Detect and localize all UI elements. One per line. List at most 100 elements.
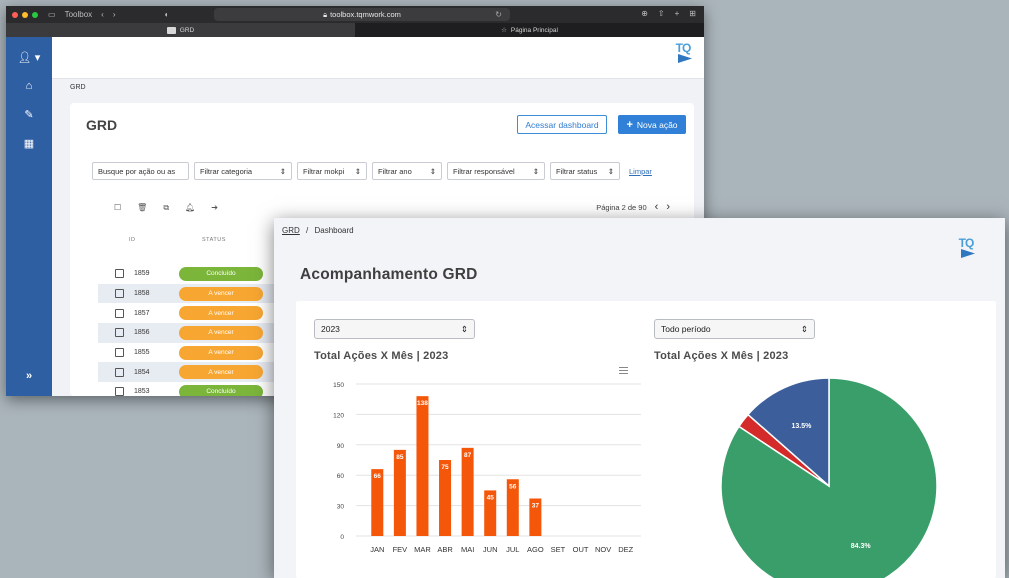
home-icon[interactable]: ⌂ bbox=[26, 80, 33, 92]
user-menu-icon[interactable]: 👤︎ ▾ bbox=[18, 51, 41, 64]
copy-icon[interactable]: ⧉ bbox=[163, 203, 169, 213]
tab-bar: GRD ☆ Página Principal bbox=[6, 23, 704, 37]
y-tick-label: 30 bbox=[337, 504, 345, 511]
status-filter-label: Filtrar status bbox=[556, 166, 598, 176]
select-all-checkbox[interactable]: ☐ bbox=[114, 203, 121, 213]
reload-icon[interactable]: ↻ bbox=[495, 10, 502, 19]
sidebar-label[interactable]: Toolbox bbox=[65, 10, 93, 19]
bell-icon[interactable]: 🔔︎ bbox=[185, 203, 195, 213]
year-filter-label: Filtrar ano bbox=[378, 166, 412, 176]
charts-card: 2023 ⇕ Todo período ⇕ Total Ações X Mês … bbox=[296, 301, 996, 578]
browser-titlebar: ▭ Toolbox ‹ › ◐ 🔒︎ toolbox.tqmwork.com ↻… bbox=[6, 6, 704, 23]
data-label: 45 bbox=[487, 494, 495, 501]
prev-page-icon[interactable]: ‹ bbox=[655, 201, 659, 213]
close-window-button[interactable] bbox=[12, 11, 18, 18]
back-nav-icon[interactable]: ‹ bbox=[101, 10, 104, 19]
row-checkbox[interactable] bbox=[115, 289, 124, 299]
new-tab-icon[interactable]: + bbox=[675, 9, 680, 18]
select-arrow-icon: ⇕ bbox=[429, 166, 436, 176]
year-filter[interactable]: Filtrar ano ⇕ bbox=[372, 162, 442, 180]
new-action-button[interactable]: + Nova ação bbox=[618, 115, 686, 134]
logo-arrow bbox=[961, 249, 975, 258]
clear-filters-link[interactable]: Limpar bbox=[629, 167, 652, 176]
row-checkbox[interactable] bbox=[115, 387, 124, 396]
y-tick-label: 120 bbox=[333, 412, 344, 419]
logo-text: TQ bbox=[675, 41, 692, 55]
row-id: 1858 bbox=[134, 290, 150, 298]
y-tick-label: 60 bbox=[337, 473, 345, 480]
address-bar[interactable]: 🔒︎ toolbox.tqmwork.com ↻ bbox=[214, 8, 510, 21]
maximize-window-button[interactable] bbox=[32, 11, 38, 18]
window-controls bbox=[12, 11, 38, 18]
chart-menu-icon[interactable] bbox=[619, 367, 628, 376]
star-icon: ☆ bbox=[501, 27, 507, 34]
data-label: 138 bbox=[417, 400, 428, 407]
pie-chart: 84.3% 13.5% bbox=[720, 377, 938, 578]
plus-icon: + bbox=[626, 118, 633, 131]
row-id: 1853 bbox=[134, 388, 150, 396]
x-tick-label: OUT bbox=[573, 545, 589, 554]
forward-nav-icon[interactable]: › bbox=[113, 10, 116, 19]
tq-logo: TQ bbox=[957, 237, 975, 258]
pie-slice-label: 13.5% bbox=[792, 423, 813, 430]
column-header-id[interactable]: ID bbox=[129, 237, 136, 243]
shield-icon[interactable]: ◐ bbox=[164, 10, 169, 19]
toolbar-right: ⊕ ⇧ + ⊞ bbox=[641, 9, 696, 18]
tq-logo: TQ bbox=[674, 41, 692, 63]
status-filter[interactable]: Filtrar status ⇕ bbox=[550, 162, 620, 180]
bar bbox=[393, 449, 406, 536]
dashboard-icon[interactable]: ▦ bbox=[24, 137, 34, 150]
x-tick-label: NOV bbox=[595, 545, 611, 554]
period-select[interactable]: Todo período ⇕ bbox=[654, 319, 815, 339]
url-text: toolbox.tqmwork.com bbox=[330, 10, 401, 19]
breadcrumb: GRD / Dashboard bbox=[282, 226, 354, 235]
row-checkbox[interactable] bbox=[115, 367, 124, 377]
row-checkbox[interactable] bbox=[115, 328, 124, 338]
x-tick-label: MAI bbox=[461, 545, 474, 554]
edit-icon[interactable]: ✎ bbox=[24, 108, 33, 121]
x-tick-label: JUN bbox=[483, 545, 498, 554]
next-page-icon[interactable]: › bbox=[666, 201, 670, 213]
lock-icon: 🔒︎ bbox=[323, 9, 328, 19]
bar bbox=[416, 396, 429, 536]
category-filter-label: Filtrar categoria bbox=[200, 166, 253, 176]
category-filter[interactable]: Filtrar categoria ⇕ bbox=[194, 162, 292, 180]
trash-icon[interactable]: 🗑︎ bbox=[137, 203, 147, 213]
status-badge: A vencer bbox=[179, 306, 263, 321]
tab-pagina-principal[interactable]: ☆ Página Principal bbox=[355, 23, 704, 37]
select-arrow-icon: ⇕ bbox=[354, 166, 361, 176]
year-select[interactable]: 2023 ⇕ bbox=[314, 319, 475, 339]
breadcrumb[interactable]: GRD bbox=[70, 84, 86, 91]
breadcrumb-link-grd[interactable]: GRD bbox=[282, 226, 300, 235]
y-tick-label: 0 bbox=[340, 534, 344, 541]
download-icon[interactable]: ⊕ bbox=[641, 9, 648, 18]
logo-arrow bbox=[678, 54, 692, 63]
breadcrumb-separator: / bbox=[306, 226, 309, 235]
data-label: 75 bbox=[441, 464, 449, 471]
share-icon[interactable]: ⇧ bbox=[658, 9, 665, 18]
sidebar-toggle-icon[interactable]: ▭ bbox=[48, 10, 56, 19]
status-badge: Concluído bbox=[179, 384, 263, 396]
responsible-filter[interactable]: Filtrar responsável ⇕ bbox=[447, 162, 545, 180]
data-label: 37 bbox=[532, 503, 540, 510]
export-icon[interactable]: ➔ bbox=[211, 203, 218, 213]
filter-bar: Busque por ação ou as Filtrar categoria ⇕… bbox=[92, 162, 652, 180]
row-checkbox[interactable] bbox=[115, 348, 124, 358]
pie-chart-title: Total Ações X Mês | 2023 bbox=[654, 350, 789, 362]
column-header-status[interactable]: STATUS bbox=[202, 237, 226, 243]
tab-grd[interactable]: GRD bbox=[6, 23, 355, 37]
select-arrow-icon: ⇕ bbox=[279, 166, 286, 176]
pagination-text: Página 2 de 90 bbox=[596, 202, 647, 212]
tab-favicon-icon bbox=[166, 26, 176, 34]
dashboard-button[interactable]: Acessar dashboard bbox=[517, 115, 607, 134]
minimize-window-button[interactable] bbox=[22, 11, 28, 18]
row-checkbox[interactable] bbox=[115, 269, 124, 279]
pagination: Página 2 de 90 ‹ › bbox=[596, 201, 670, 213]
tab-overview-icon[interactable]: ⊞ bbox=[689, 9, 696, 18]
expand-sidebar-icon[interactable]: » bbox=[26, 370, 32, 382]
search-input[interactable]: Busque por ação ou as bbox=[92, 162, 189, 180]
mokpi-filter[interactable]: Filtrar mokpi ⇕ bbox=[297, 162, 367, 180]
status-badge: Concluído bbox=[179, 266, 263, 281]
x-tick-label: FEV bbox=[393, 545, 408, 554]
row-checkbox[interactable] bbox=[115, 308, 124, 318]
